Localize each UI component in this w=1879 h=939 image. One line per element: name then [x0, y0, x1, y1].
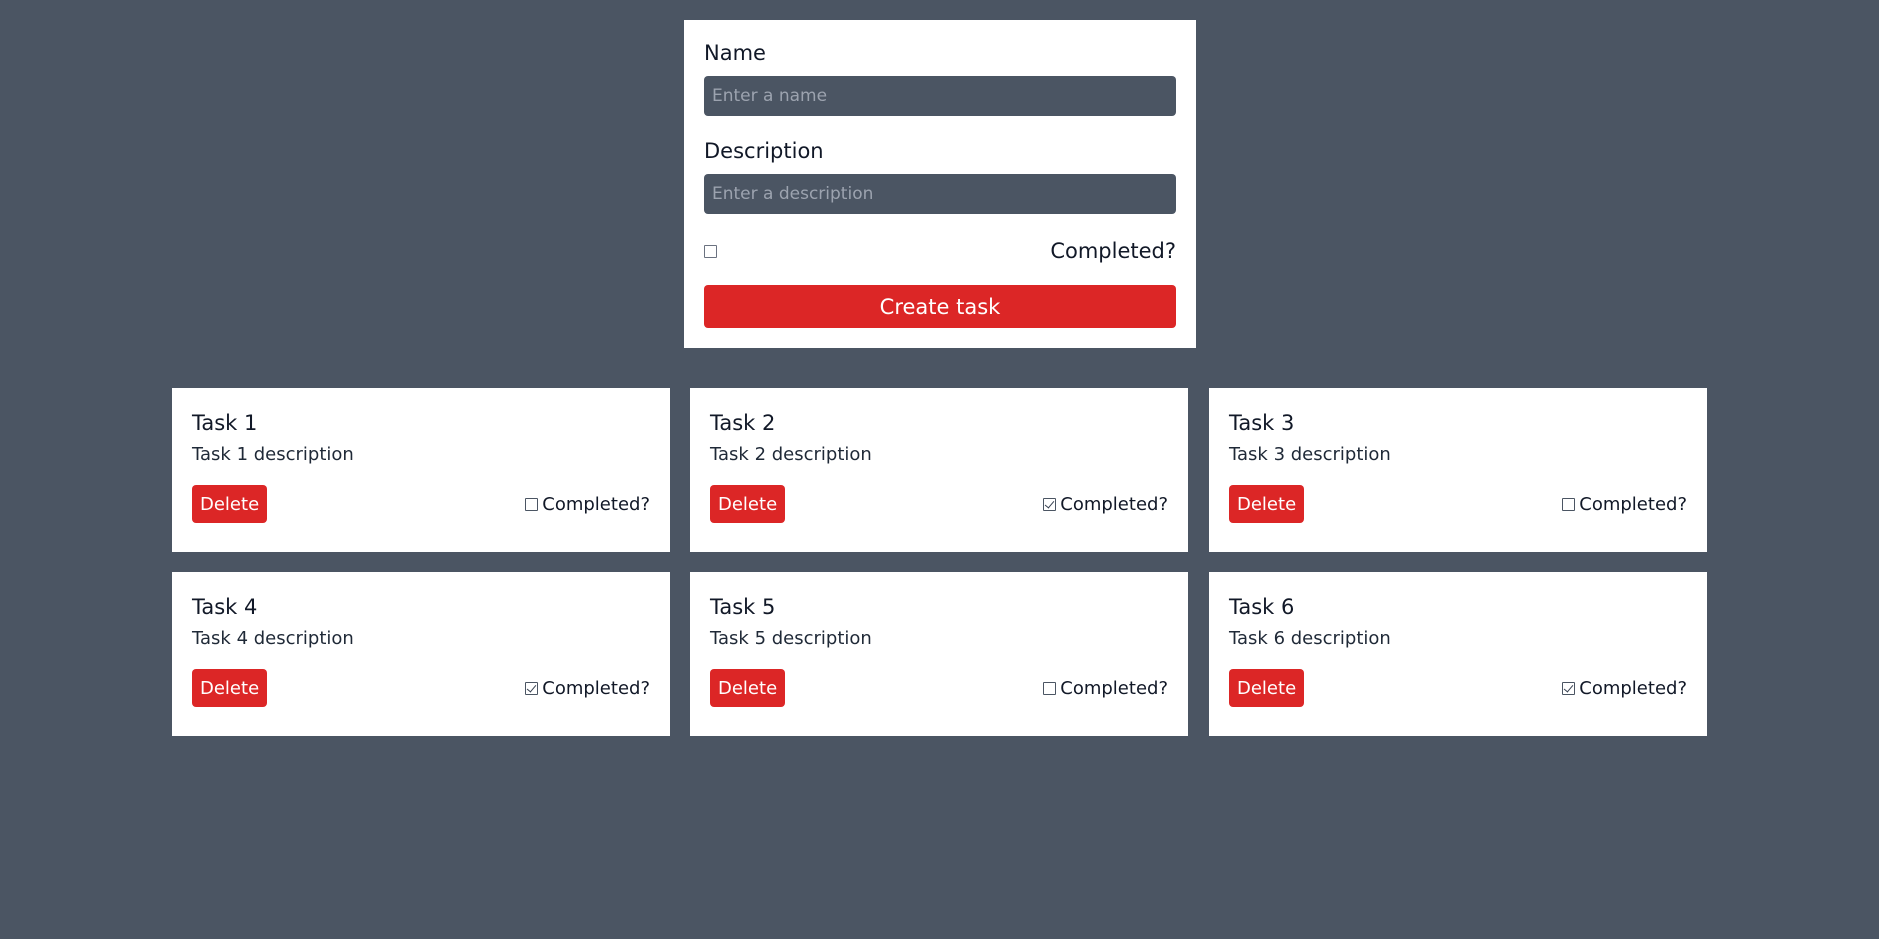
task-description: Task 3 description	[1229, 444, 1391, 465]
task-description: Task 5 description	[710, 628, 872, 649]
task-description: Task 1 description	[192, 444, 354, 465]
name-label: Name	[704, 41, 766, 65]
delete-button[interactable]: Delete	[192, 485, 268, 523]
task-title: Task 3	[1229, 411, 1295, 435]
name-input[interactable]	[704, 76, 1176, 116]
create-task-form: Name Description Completed? Create task	[684, 20, 1196, 348]
task-card: Task 3 Task 3 description Delete Complet…	[1209, 388, 1707, 552]
task-completed-toggle[interactable]: Completed?	[525, 494, 650, 515]
task-completed-label: Completed?	[1579, 677, 1687, 699]
create-task-button[interactable]: Create task	[704, 285, 1176, 328]
task-completed-checkbox[interactable]	[525, 497, 539, 511]
task-card: Task 6 Task 6 description Delete Complet…	[1209, 572, 1707, 736]
task-footer: Delete Completed?	[192, 669, 650, 707]
task-title: Task 6	[1229, 595, 1295, 619]
completed-label: Completed?	[1050, 239, 1176, 263]
completed-checkbox[interactable]	[704, 244, 717, 258]
task-completed-label: Completed?	[542, 677, 650, 699]
completed-row: Completed?	[704, 236, 1176, 266]
delete-button[interactable]: Delete	[192, 669, 268, 707]
task-completed-checkbox[interactable]	[1043, 681, 1057, 695]
task-title: Task 2	[710, 411, 776, 435]
task-completed-checkbox[interactable]	[1043, 497, 1057, 511]
task-card: Task 1 Task 1 description Delete Complet…	[172, 388, 670, 552]
delete-button[interactable]: Delete	[1229, 669, 1305, 707]
delete-button[interactable]: Delete	[1229, 485, 1305, 523]
task-completed-label: Completed?	[1060, 493, 1168, 515]
page: Name Description Completed? Create task …	[0, 0, 1879, 939]
task-title: Task 1	[192, 411, 258, 435]
task-card: Task 2 Task 2 description Delete Complet…	[690, 388, 1188, 552]
task-completed-label: Completed?	[542, 493, 650, 515]
description-label: Description	[704, 139, 824, 163]
delete-button[interactable]: Delete	[710, 485, 786, 523]
description-input[interactable]	[704, 174, 1176, 214]
task-title: Task 5	[710, 595, 776, 619]
task-footer: Delete Completed?	[1229, 669, 1687, 707]
task-description: Task 6 description	[1229, 628, 1391, 649]
task-card: Task 4 Task 4 description Delete Complet…	[172, 572, 670, 736]
task-footer: Delete Completed?	[1229, 485, 1687, 523]
task-description: Task 4 description	[192, 628, 354, 649]
delete-button[interactable]: Delete	[710, 669, 786, 707]
task-completed-toggle[interactable]: Completed?	[1562, 494, 1687, 515]
task-card: Task 5 Task 5 description Delete Complet…	[690, 572, 1188, 736]
task-footer: Delete Completed?	[192, 485, 650, 523]
task-footer: Delete Completed?	[710, 669, 1168, 707]
task-completed-toggle[interactable]: Completed?	[1043, 678, 1168, 699]
task-title: Task 4	[192, 595, 258, 619]
task-completed-toggle[interactable]: Completed?	[1043, 494, 1168, 515]
task-completed-toggle[interactable]: Completed?	[1562, 678, 1687, 699]
task-completed-checkbox[interactable]	[1562, 681, 1576, 695]
task-completed-toggle[interactable]: Completed?	[525, 678, 650, 699]
task-completed-checkbox[interactable]	[1562, 497, 1576, 511]
task-completed-label: Completed?	[1060, 677, 1168, 699]
task-completed-label: Completed?	[1579, 493, 1687, 515]
task-description: Task 2 description	[710, 444, 872, 465]
task-completed-checkbox[interactable]	[525, 681, 539, 695]
task-footer: Delete Completed?	[710, 485, 1168, 523]
